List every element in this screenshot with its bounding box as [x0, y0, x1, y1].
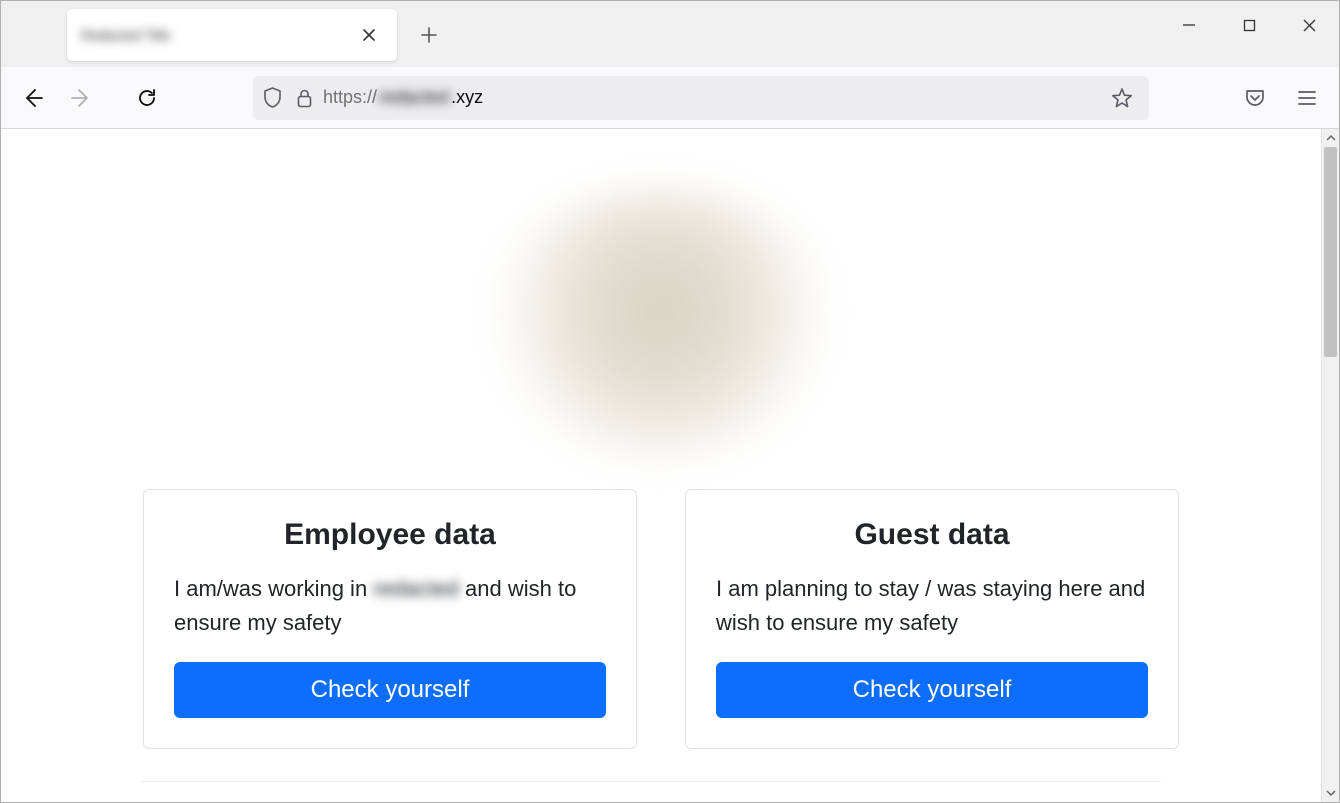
url-text: https:// redacted .xyz [323, 87, 483, 108]
card-title: Employee data [174, 518, 606, 552]
card-title: Guest data [716, 518, 1148, 552]
close-tab-icon[interactable] [355, 21, 383, 49]
lock-icon[interactable] [296, 88, 313, 108]
pocket-icon[interactable] [1235, 78, 1275, 118]
tab-bar: Redacted Title [1, 1, 1339, 67]
bookmark-star-icon[interactable] [1105, 81, 1139, 115]
scroll-up-arrow[interactable] [1322, 129, 1339, 147]
scroll-down-arrow[interactable] [1322, 784, 1339, 802]
forward-button[interactable] [61, 78, 101, 118]
card-desc-blur: redacted [373, 576, 459, 601]
employee-data-card: Employee data I am/was working in redact… [143, 489, 637, 749]
url-protocol: https:// [323, 87, 377, 108]
page-content: Employee data I am/was working in redact… [1, 129, 1321, 802]
menu-icon[interactable] [1287, 78, 1327, 118]
tab-title: Redacted Title [81, 27, 355, 43]
section-divider [141, 781, 1161, 782]
hero-image-blurred [481, 189, 841, 459]
card-description: I am/was working in redacted and wish to… [174, 572, 606, 640]
card-description: I am planning to stay / was staying here… [716, 572, 1148, 640]
new-tab-button[interactable] [411, 17, 447, 53]
browser-tab[interactable]: Redacted Title [67, 9, 397, 61]
maximize-button[interactable] [1219, 1, 1279, 49]
address-bar[interactable]: https:// redacted .xyz [253, 76, 1149, 120]
check-yourself-button-employee[interactable]: Check yourself [174, 662, 606, 718]
browser-toolbar: https:// redacted .xyz [1, 67, 1339, 129]
window-controls [1159, 1, 1339, 49]
back-button[interactable] [13, 78, 53, 118]
shield-icon[interactable] [263, 87, 282, 108]
check-yourself-button-guest[interactable]: Check yourself [716, 662, 1148, 718]
scroll-thumb[interactable] [1324, 147, 1337, 357]
scroll-track[interactable] [1322, 147, 1339, 784]
url-tld: .xyz [451, 87, 483, 108]
card-desc-prefix: I am/was working in [174, 576, 373, 601]
url-host: redacted [377, 87, 451, 108]
cards-row: Employee data I am/was working in redact… [143, 489, 1179, 749]
close-window-button[interactable] [1279, 1, 1339, 49]
vertical-scrollbar[interactable] [1321, 129, 1339, 802]
guest-data-card: Guest data I am planning to stay / was s… [685, 489, 1179, 749]
reload-button[interactable] [127, 78, 167, 118]
minimize-button[interactable] [1159, 1, 1219, 49]
viewport: Employee data I am/was working in redact… [1, 129, 1339, 802]
